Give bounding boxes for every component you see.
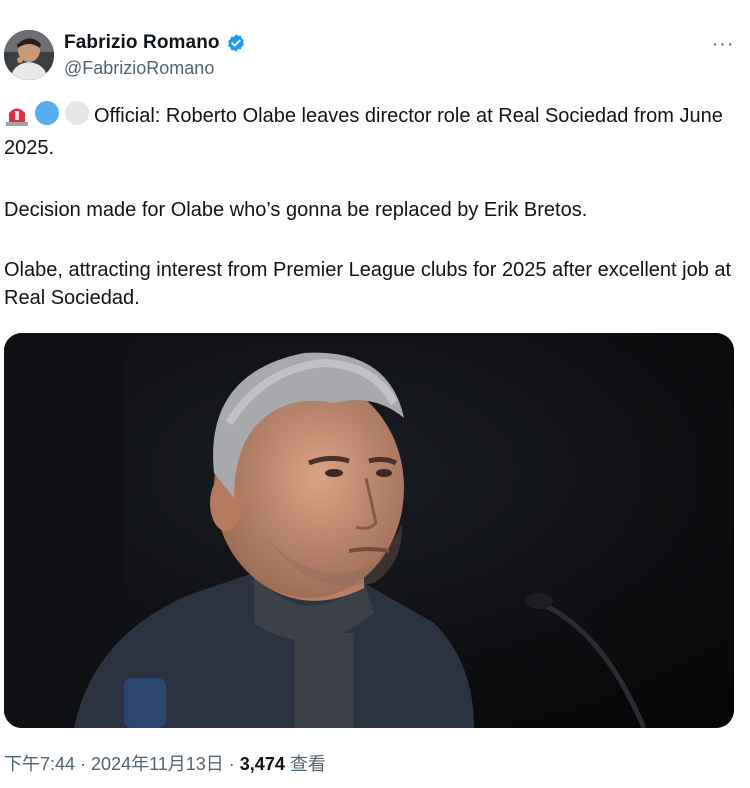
tweet-paragraph-1-text: Official: Roberto Olabe leaves director … xyxy=(4,105,723,159)
tweet-card: Fabrizio Romano @FabrizioRomano ··· Offi… xyxy=(0,0,750,788)
blue-circle-emoji xyxy=(34,100,60,134)
views-count: 3,474 xyxy=(239,754,285,774)
meta-separator: · xyxy=(75,754,92,774)
tweet-paragraph-2: Decision made for Olabe who’s gonna be r… xyxy=(4,199,588,221)
tweet-media-photo[interactable] xyxy=(4,333,734,728)
views-label: 查看 xyxy=(289,754,326,774)
more-options-icon[interactable]: ··· xyxy=(704,30,742,58)
tweet-time[interactable]: 下午7:44 xyxy=(4,754,75,774)
tweet-meta: 下午7:44 · 2024年11月13日 · 3,474 查看 xyxy=(4,750,326,776)
avatar[interactable] xyxy=(4,30,54,80)
rotating-light-emoji xyxy=(4,102,30,134)
verified-badge-icon xyxy=(226,33,246,53)
author-name-row: Fabrizio Romano xyxy=(64,32,246,54)
tweet-paragraph-3: Olabe, attracting interest from Premier … xyxy=(4,259,732,309)
author-handle[interactable]: @FabrizioRomano xyxy=(64,58,214,79)
author-display-name[interactable]: Fabrizio Romano xyxy=(64,32,220,54)
meta-separator: · xyxy=(223,754,240,774)
tweet-date[interactable]: 2024年11月13日 xyxy=(91,754,224,774)
white-circle-emoji xyxy=(64,100,90,134)
tweet-paragraph-1: Official: Roberto Olabe leaves director … xyxy=(4,100,734,162)
